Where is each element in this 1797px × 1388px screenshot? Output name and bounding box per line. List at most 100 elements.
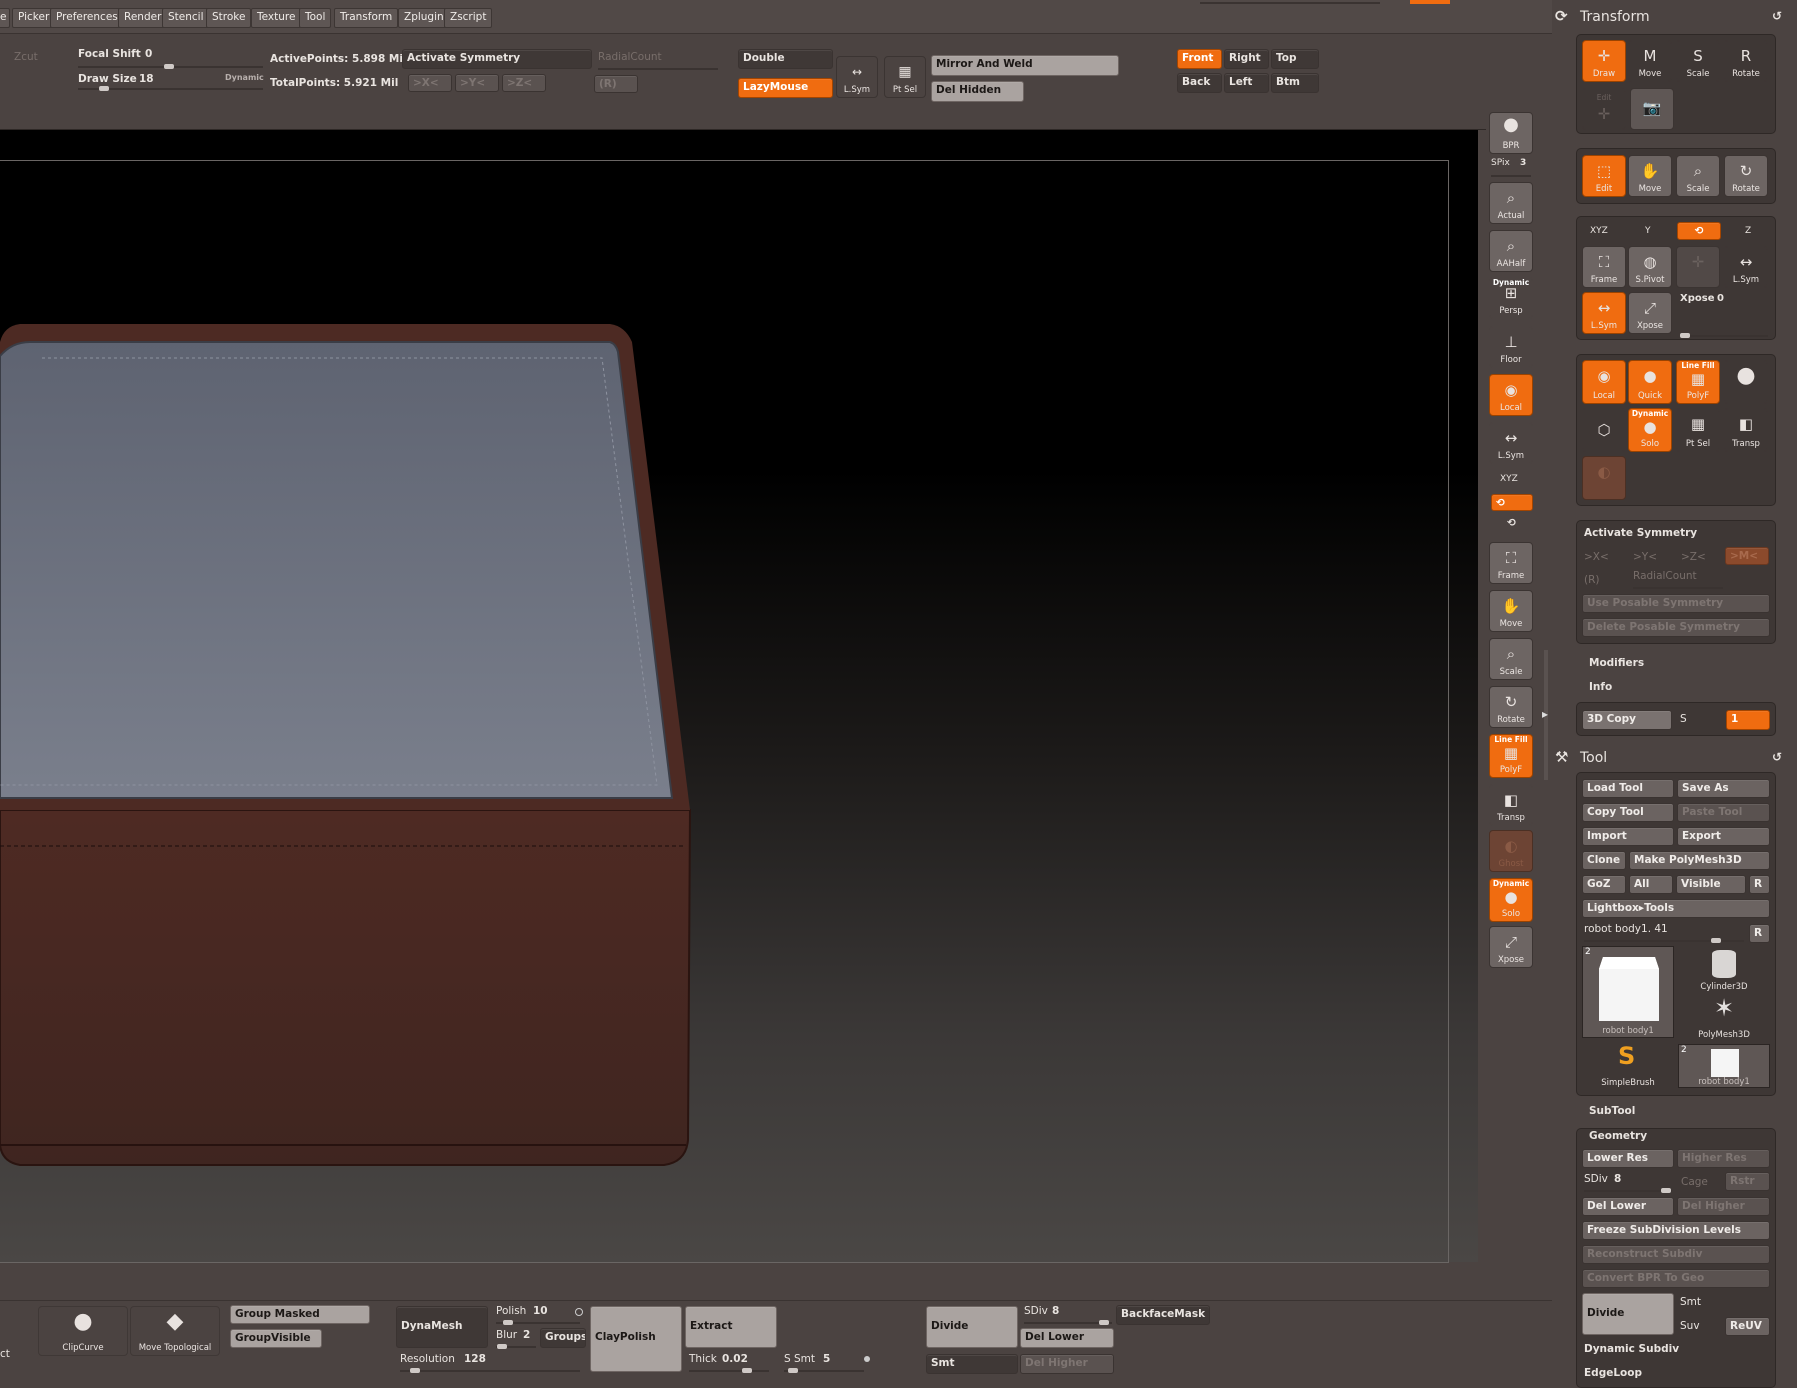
resolution-knob[interactable] [410, 1368, 420, 1373]
extract-button[interactable]: Extract [685, 1306, 777, 1348]
geometry-title[interactable]: Geometry [1589, 1130, 1647, 1142]
sym-x-button[interactable]: >X< [408, 74, 452, 92]
draw-size-knob[interactable] [99, 86, 109, 91]
tool-thumb-robot-body-2[interactable]: 2 robot body1 [1678, 1044, 1770, 1088]
actual-button[interactable]: ⌕ Actual [1489, 182, 1533, 224]
s-smt-label[interactable]: S Smt [784, 1353, 815, 1365]
lsym-shelf-button[interactable]: ↔ L.Sym [1489, 422, 1533, 464]
thick-knob[interactable] [742, 1368, 752, 1373]
local-transform-button[interactable]: ◉ Local [1582, 360, 1626, 404]
reconstruct-subdiv-button[interactable]: Reconstruct Subdiv [1582, 1245, 1770, 1264]
tool-thumb-simplebrush[interactable]: S SimpleBrush [1582, 1042, 1674, 1088]
activate-symmetry-title[interactable]: Activate Symmetry [1584, 527, 1697, 539]
menu-item-texture[interactable]: Texture [251, 8, 302, 28]
menu-item-render[interactable]: Render [118, 8, 168, 28]
xpose-button[interactable]: ⤢ Xpose [1628, 292, 1672, 334]
subtool-section[interactable]: SubTool [1589, 1105, 1635, 1117]
rotate-y-active-button[interactable]: ⟲ [1677, 222, 1721, 240]
mirror-weld-button[interactable]: Mirror And Weld [931, 55, 1119, 76]
groups-button[interactable]: Groups [540, 1328, 586, 1348]
persp-button[interactable]: Dynamic ⊞ Persp [1489, 277, 1533, 319]
sym-y-tray[interactable]: >Y< [1633, 551, 1657, 563]
del-higher-tray-button[interactable]: Del Higher [1677, 1197, 1770, 1216]
menu-item-picker[interactable]: Picker [12, 8, 56, 28]
scale-shelf-button[interactable]: ⌕ Scale [1489, 638, 1533, 680]
polish-knob[interactable] [503, 1320, 513, 1325]
group-masked-button[interactable]: Group Masked [230, 1305, 370, 1324]
move-topological-button[interactable]: ◆ Move Topological [130, 1306, 220, 1356]
view-right-button[interactable]: Right [1224, 49, 1269, 69]
smt-tray-toggle[interactable]: Smt [1680, 1296, 1701, 1308]
tool-reset-icon[interactable]: ↺ [1772, 750, 1782, 764]
top-slider-track[interactable] [1200, 2, 1380, 4]
transp-shelf-button[interactable]: ◧ Transp [1489, 784, 1533, 826]
transp-transform-button[interactable]: ◧ Transp [1724, 408, 1768, 452]
radial-count-tray-track[interactable] [1633, 587, 1723, 589]
polish-circle-icon[interactable] [575, 1308, 583, 1316]
xpose-track[interactable] [1680, 335, 1768, 337]
sdiv-track[interactable] [1584, 1190, 1672, 1192]
lightbox-tools-button[interactable]: Lightbox▸Tools [1582, 899, 1770, 918]
dynamesh-button[interactable]: DynaMesh [396, 1306, 488, 1348]
del-lower-tray-button[interactable]: Del Lower [1582, 1197, 1674, 1216]
xyz-shelf-label[interactable]: XYZ [1500, 474, 1518, 484]
menu-item-transform[interactable]: Transform [334, 8, 399, 28]
tool-title[interactable]: Tool [1580, 750, 1607, 766]
sym-y-button[interactable]: >Y< [455, 74, 499, 92]
view-back-button[interactable]: Back [1177, 73, 1222, 93]
goz-visible-button[interactable]: Visible [1676, 875, 1746, 894]
delete-posable-symmetry-button[interactable]: Delete Posable Symmetry [1582, 618, 1770, 637]
lower-res-button[interactable]: Lower Res [1582, 1149, 1674, 1168]
sdiv-knob[interactable] [1661, 1188, 1671, 1193]
view-top-button[interactable]: Top [1271, 49, 1319, 69]
model-mesh[interactable] [0, 130, 720, 1190]
view-btm-button[interactable]: Btm [1271, 73, 1319, 93]
edgeloop-section[interactable]: EdgeLoop [1584, 1367, 1642, 1379]
xpose-knob[interactable] [1680, 333, 1690, 338]
menu-item-zscript[interactable]: Zscript [444, 8, 493, 28]
draw-size-label[interactable]: Draw Size [78, 73, 137, 85]
radial-count-tray-label[interactable]: RadialCount [1633, 570, 1697, 582]
sym-z-button[interactable]: >Z< [502, 74, 546, 92]
spix-label[interactable]: SPix [1491, 158, 1510, 168]
sym-z-tray[interactable]: >Z< [1681, 551, 1706, 563]
copy3d-s-label[interactable]: S [1680, 713, 1687, 725]
extract-dot-icon[interactable] [864, 1356, 870, 1362]
export-button[interactable]: Export [1677, 827, 1770, 846]
material-sphere-button[interactable]: ● [1724, 360, 1768, 404]
radial-count-label[interactable]: RadialCount [598, 51, 662, 63]
edit-button[interactable]: ⬚ Edit [1582, 155, 1626, 197]
blur-label[interactable]: Blur [496, 1329, 517, 1341]
lazymouse-button[interactable]: LazyMouse [738, 78, 833, 98]
activate-symmetry-button[interactable]: Activate Symmetry [402, 49, 592, 69]
edit-ghost-button[interactable]: Edit ✛ [1582, 88, 1626, 130]
scale-mode-button[interactable]: S Scale [1676, 40, 1720, 82]
menu-item-stencil[interactable]: Stencil [162, 8, 210, 28]
bottom-edge-label[interactable]: ct [0, 1348, 10, 1360]
freeze-subdiv-button[interactable]: Freeze SubDivision Levels [1582, 1221, 1770, 1240]
copy3d-s-value[interactable]: 1 [1726, 710, 1770, 730]
polyf-transform-button[interactable]: Line Fill ▦ PolyF [1676, 360, 1720, 404]
suv-tray-toggle[interactable]: Suv [1680, 1320, 1700, 1332]
tool-slider-knob[interactable] [1711, 938, 1721, 943]
aahalf-button[interactable]: ⌕ AAHalf [1489, 230, 1533, 272]
rotate-z-shelf-icon[interactable]: ⟲ [1507, 517, 1516, 529]
focal-shift-label[interactable]: Focal Shift [78, 48, 141, 60]
spix-track[interactable] [1491, 175, 1531, 177]
higher-res-button[interactable]: Higher Res [1677, 1149, 1770, 1168]
ghost-shelf-button[interactable]: ◐ Ghost [1489, 830, 1533, 872]
rstr-button[interactable]: Rstr [1725, 1172, 1770, 1191]
copy3d-button[interactable]: 3D Copy [1582, 710, 1672, 730]
lsym-active-button[interactable]: ↔ L.Sym [1582, 292, 1626, 334]
resolution-track[interactable] [400, 1370, 580, 1372]
bounding-box-button[interactable]: ⬡ [1582, 408, 1626, 452]
divide-bottom-button[interactable]: Divide [926, 1306, 1018, 1348]
frame-button[interactable]: ⛶ Frame [1582, 246, 1626, 288]
rotate-z-toggle[interactable]: Z [1745, 226, 1751, 236]
solo-shelf-button[interactable]: Dynamic ● Solo [1489, 878, 1533, 922]
rotate-edit-button[interactable]: ↻ Rotate [1724, 155, 1768, 197]
dynamic-label[interactable]: Dynamic [225, 73, 264, 82]
goz-all-button[interactable]: All [1629, 875, 1673, 894]
menu-item-preferences[interactable]: Preferences [50, 8, 124, 28]
resolution-label[interactable]: Resolution [400, 1353, 455, 1365]
